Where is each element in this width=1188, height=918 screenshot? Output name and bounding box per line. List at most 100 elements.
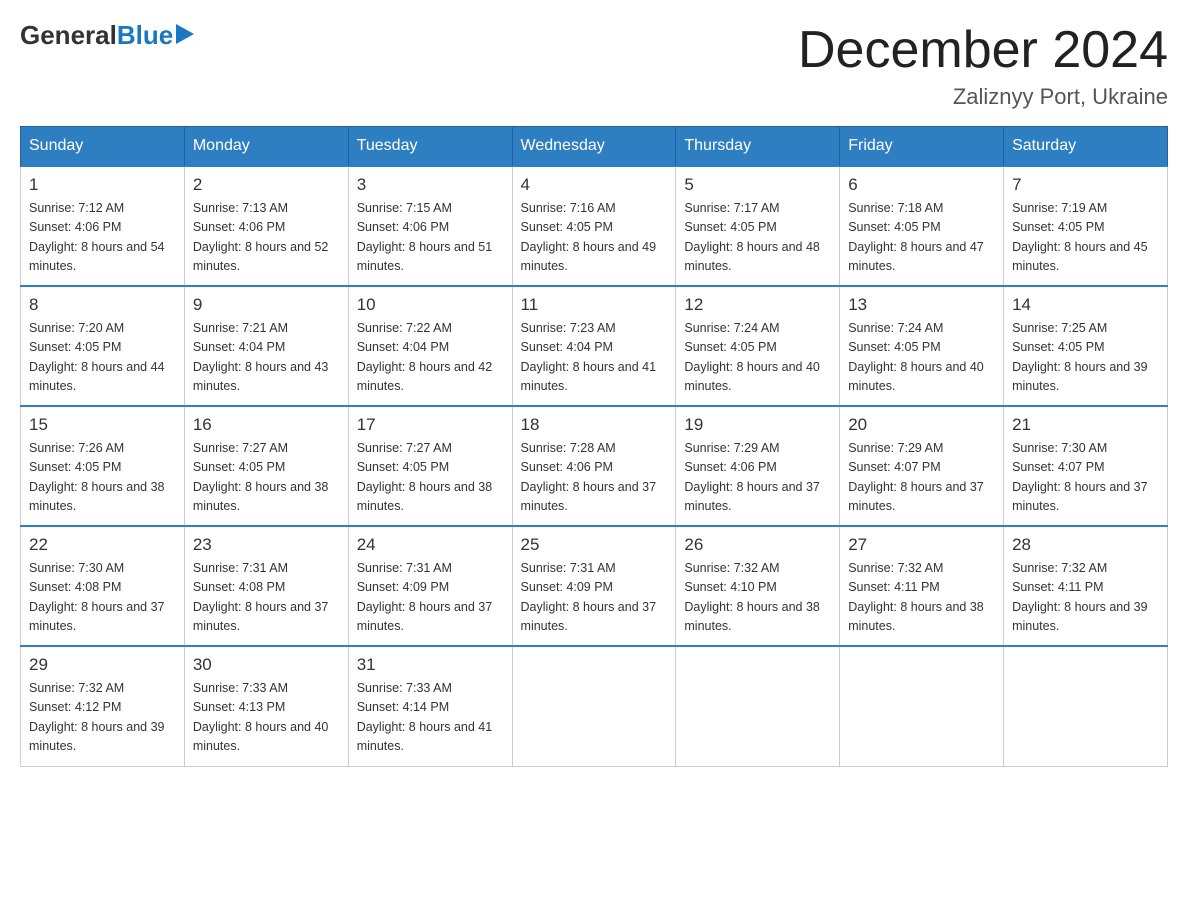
day-info: Sunrise: 7:18 AMSunset: 4:05 PMDaylight:… [848, 199, 995, 277]
header-tuesday: Tuesday [348, 127, 512, 167]
table-row: 17Sunrise: 7:27 AMSunset: 4:05 PMDayligh… [348, 406, 512, 526]
table-row: 23 Sunrise: 7:31 AMSunset: 4:08 PMDayligh… [184, 526, 348, 646]
header-friday: Friday [840, 127, 1004, 167]
header-saturday: Saturday [1004, 127, 1168, 167]
table-row: 26 Sunrise: 7:32 AMSunset: 4:10 PMDayligh… [676, 526, 840, 646]
day-info: Sunrise: 7:13 AMSunset: 4:06 PMDaylight:… [193, 199, 340, 277]
day-info: Sunrise: 7:22 AMSunset: 4:04 PMDaylight:… [357, 319, 504, 397]
day-number: 9 [193, 295, 340, 315]
day-info: Sunrise: 7:26 AMSunset: 4:05 PMDaylight:… [29, 439, 176, 517]
header-sunday: Sunday [21, 127, 185, 167]
day-info: Sunrise: 7:33 AMSunset: 4:13 PMDaylight:… [193, 679, 340, 757]
day-number: 23 [193, 535, 340, 555]
day-number: 17 [357, 415, 504, 435]
day-number: 22 [29, 535, 176, 555]
day-info: Sunrise: 7:29 AMSunset: 4:06 PMDaylight:… [684, 439, 831, 517]
day-info: Sunrise: 7:31 AMSunset: 4:09 PMDaylight:… [357, 559, 504, 637]
header: General Blue December 2024 Zaliznyy Port… [20, 20, 1168, 110]
calendar-week-row: 1 Sunrise: 7:12 AMSunset: 4:06 PMDaylight… [21, 166, 1168, 286]
day-info: Sunrise: 7:24 AMSunset: 4:05 PMDaylight:… [848, 319, 995, 397]
day-number: 3 [357, 175, 504, 195]
logo-blue-text: Blue [117, 20, 173, 51]
table-row: 24 Sunrise: 7:31 AMSunset: 4:09 PMDayligh… [348, 526, 512, 646]
day-number: 29 [29, 655, 176, 675]
table-row: 1 Sunrise: 7:12 AMSunset: 4:06 PMDaylight… [21, 166, 185, 286]
day-info: Sunrise: 7:32 AMSunset: 4:11 PMDaylight:… [848, 559, 995, 637]
table-row: 2 Sunrise: 7:13 AMSunset: 4:06 PMDaylight… [184, 166, 348, 286]
day-number: 1 [29, 175, 176, 195]
day-number: 15 [29, 415, 176, 435]
table-row: 29 Sunrise: 7:32 AMSunset: 4:12 PMDayligh… [21, 646, 185, 766]
table-row: 19 Sunrise: 7:29 AMSunset: 4:06 PMDayligh… [676, 406, 840, 526]
logo: General Blue [20, 20, 194, 51]
table-row: 10 Sunrise: 7:22 AMSunset: 4:04 PMDayligh… [348, 286, 512, 406]
day-info: Sunrise: 7:28 AMSunset: 4:06 PMDaylight:… [521, 439, 668, 517]
day-number: 12 [684, 295, 831, 315]
table-row: 28Sunrise: 7:32 AMSunset: 4:11 PMDayligh… [1004, 526, 1168, 646]
table-row: 14Sunrise: 7:25 AMSunset: 4:05 PMDayligh… [1004, 286, 1168, 406]
day-number: 16 [193, 415, 340, 435]
day-info: Sunrise: 7:30 AMSunset: 4:07 PMDaylight:… [1012, 439, 1159, 517]
day-info: Sunrise: 7:32 AMSunset: 4:12 PMDaylight:… [29, 679, 176, 757]
table-row [840, 646, 1004, 766]
table-row: 6 Sunrise: 7:18 AMSunset: 4:05 PMDaylight… [840, 166, 1004, 286]
table-row: 31Sunrise: 7:33 AMSunset: 4:14 PMDayligh… [348, 646, 512, 766]
month-title: December 2024 [798, 20, 1168, 80]
day-info: Sunrise: 7:32 AMSunset: 4:10 PMDaylight:… [684, 559, 831, 637]
day-number: 5 [684, 175, 831, 195]
day-info: Sunrise: 7:23 AMSunset: 4:04 PMDaylight:… [521, 319, 668, 397]
table-row: 7 Sunrise: 7:19 AMSunset: 4:05 PMDaylight… [1004, 166, 1168, 286]
day-number: 24 [357, 535, 504, 555]
day-number: 7 [1012, 175, 1159, 195]
header-monday: Monday [184, 127, 348, 167]
day-info: Sunrise: 7:30 AMSunset: 4:08 PMDaylight:… [29, 559, 176, 637]
day-number: 4 [521, 175, 668, 195]
table-row: 18 Sunrise: 7:28 AMSunset: 4:06 PMDayligh… [512, 406, 676, 526]
day-number: 31 [357, 655, 504, 675]
calendar-week-row: 15 Sunrise: 7:26 AMSunset: 4:05 PMDayligh… [21, 406, 1168, 526]
day-number: 13 [848, 295, 995, 315]
day-info: Sunrise: 7:12 AMSunset: 4:06 PMDaylight:… [29, 199, 176, 277]
day-number: 8 [29, 295, 176, 315]
day-info: Sunrise: 7:27 AMSunset: 4:05 PMDaylight:… [193, 439, 340, 517]
header-wednesday: Wednesday [512, 127, 676, 167]
day-info: Sunrise: 7:29 AMSunset: 4:07 PMDaylight:… [848, 439, 995, 517]
table-row: 16 Sunrise: 7:27 AMSunset: 4:05 PMDayligh… [184, 406, 348, 526]
table-row: 12 Sunrise: 7:24 AMSunset: 4:05 PMDayligh… [676, 286, 840, 406]
table-row: 21 Sunrise: 7:30 AMSunset: 4:07 PMDayligh… [1004, 406, 1168, 526]
table-row: 13 Sunrise: 7:24 AMSunset: 4:05 PMDayligh… [840, 286, 1004, 406]
table-row [1004, 646, 1168, 766]
table-row: 8Sunrise: 7:20 AMSunset: 4:05 PMDaylight… [21, 286, 185, 406]
table-row: 25Sunrise: 7:31 AMSunset: 4:09 PMDayligh… [512, 526, 676, 646]
day-number: 21 [1012, 415, 1159, 435]
day-number: 19 [684, 415, 831, 435]
table-row: 15 Sunrise: 7:26 AMSunset: 4:05 PMDayligh… [21, 406, 185, 526]
day-number: 2 [193, 175, 340, 195]
title-area: December 2024 Zaliznyy Port, Ukraine [798, 20, 1168, 110]
day-number: 25 [521, 535, 668, 555]
calendar-week-row: 22 Sunrise: 7:30 AMSunset: 4:08 PMDayligh… [21, 526, 1168, 646]
table-row: 27 Sunrise: 7:32 AMSunset: 4:11 PMDayligh… [840, 526, 1004, 646]
table-row: 9 Sunrise: 7:21 AMSunset: 4:04 PMDaylight… [184, 286, 348, 406]
calendar-week-row: 29 Sunrise: 7:32 AMSunset: 4:12 PMDayligh… [21, 646, 1168, 766]
table-row [512, 646, 676, 766]
table-row: 20 Sunrise: 7:29 AMSunset: 4:07 PMDayligh… [840, 406, 1004, 526]
day-number: 10 [357, 295, 504, 315]
day-number: 18 [521, 415, 668, 435]
table-row [676, 646, 840, 766]
day-info: Sunrise: 7:31 AMSunset: 4:08 PMDaylight:… [193, 559, 340, 637]
day-info: Sunrise: 7:24 AMSunset: 4:05 PMDaylight:… [684, 319, 831, 397]
day-info: Sunrise: 7:21 AMSunset: 4:04 PMDaylight:… [193, 319, 340, 397]
day-info: Sunrise: 7:19 AMSunset: 4:05 PMDaylight:… [1012, 199, 1159, 277]
day-number: 30 [193, 655, 340, 675]
day-number: 11 [521, 295, 668, 315]
table-row: 11 Sunrise: 7:23 AMSunset: 4:04 PMDayligh… [512, 286, 676, 406]
table-row: 5Sunrise: 7:17 AMSunset: 4:05 PMDaylight… [676, 166, 840, 286]
day-number: 20 [848, 415, 995, 435]
day-number: 6 [848, 175, 995, 195]
day-number: 27 [848, 535, 995, 555]
day-number: 26 [684, 535, 831, 555]
table-row: 4Sunrise: 7:16 AMSunset: 4:05 PMDaylight… [512, 166, 676, 286]
table-row: 30 Sunrise: 7:33 AMSunset: 4:13 PMDayligh… [184, 646, 348, 766]
calendar-table: Sunday Monday Tuesday Wednesday Thursday… [20, 126, 1168, 767]
